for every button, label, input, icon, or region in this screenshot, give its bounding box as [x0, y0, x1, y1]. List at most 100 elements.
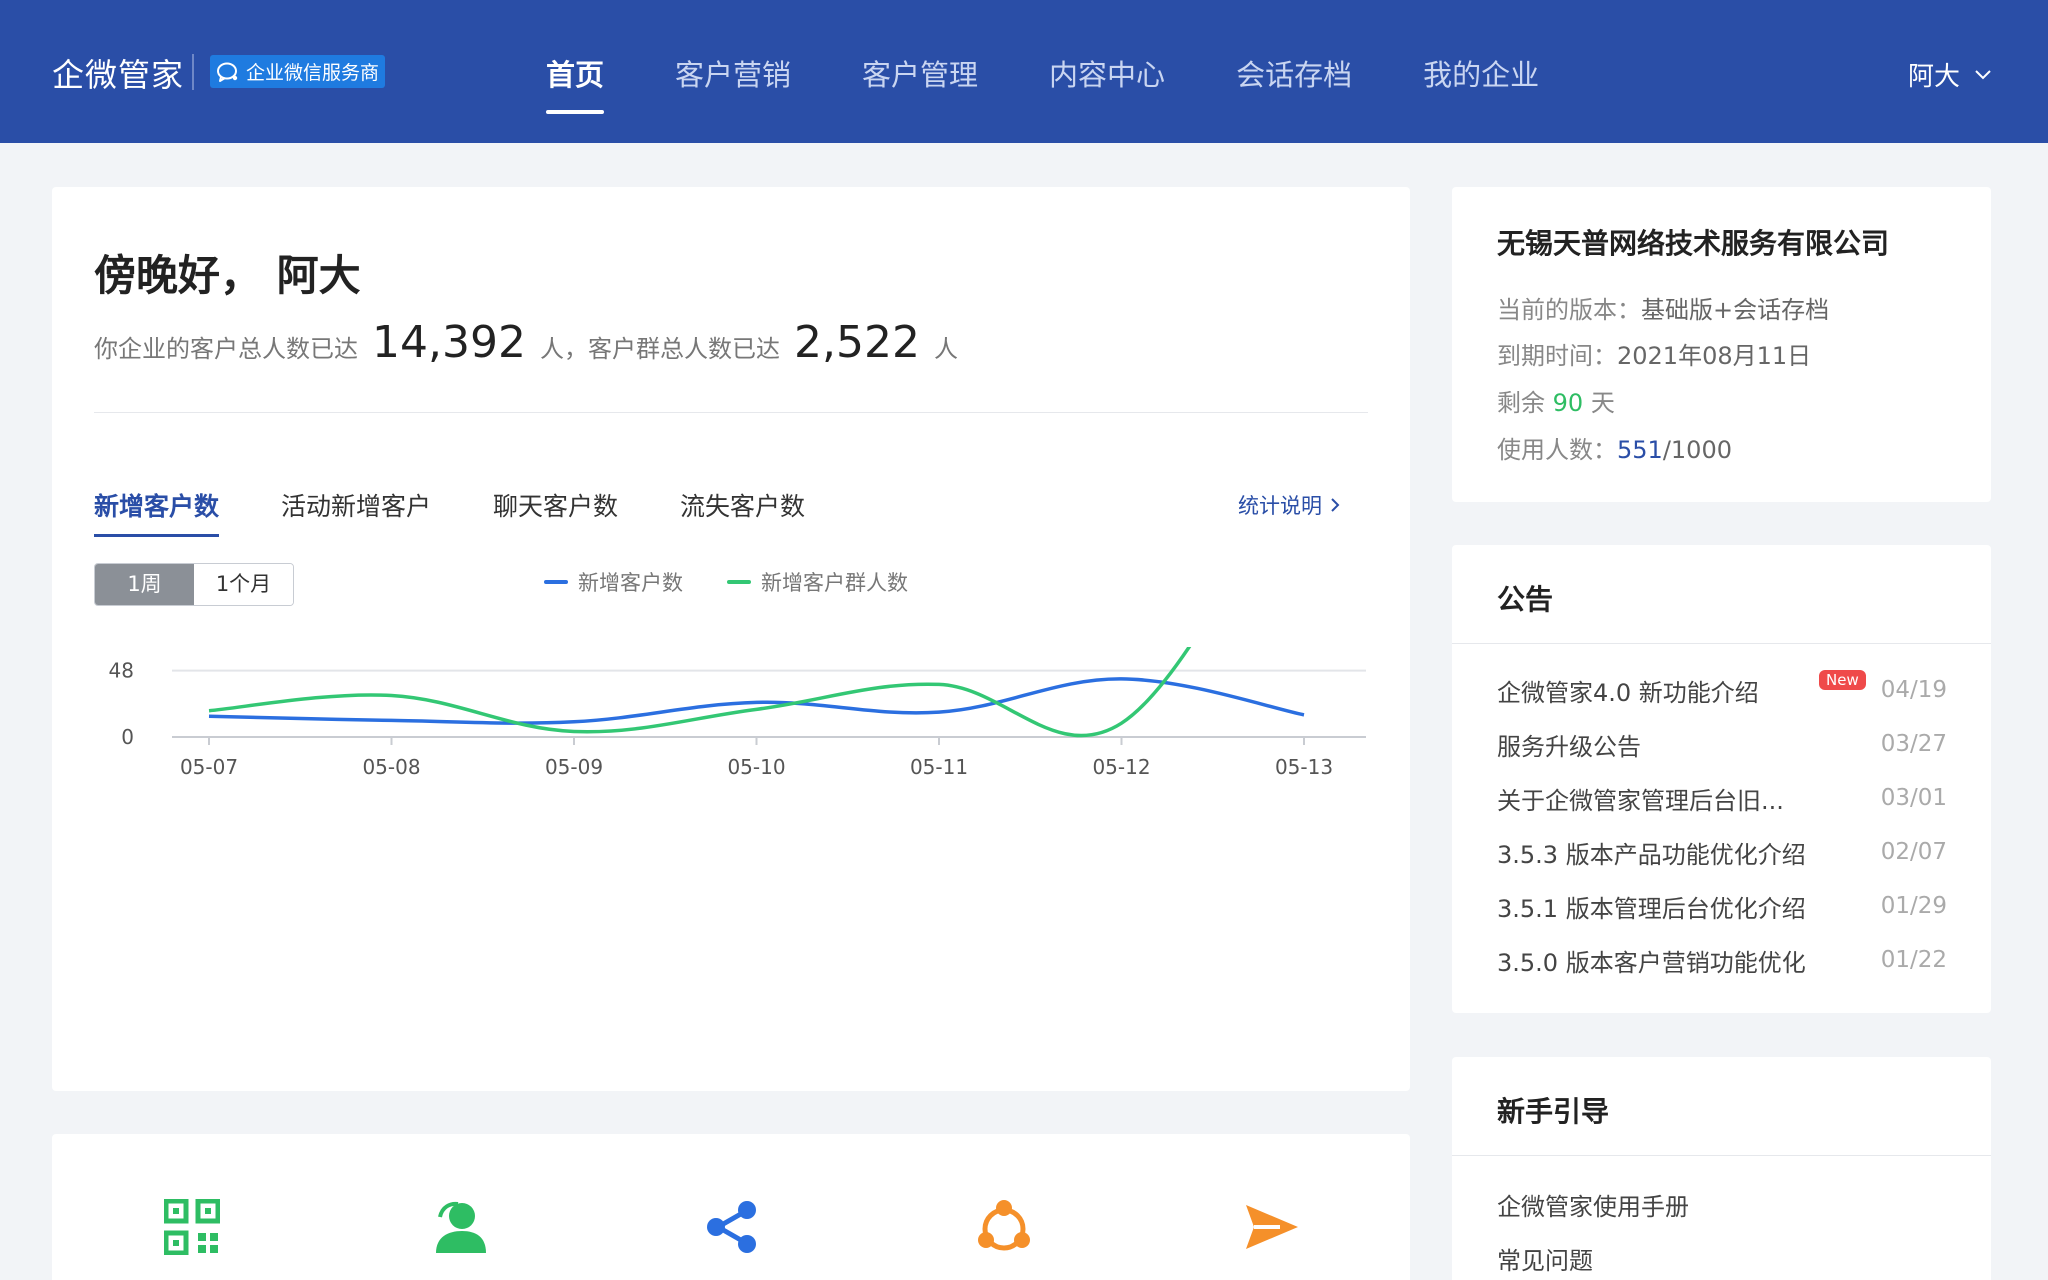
announcement-title: 公告 [1497, 583, 1554, 616]
legend-label: 新增客户数 [578, 571, 683, 595]
x-tick-label: 05-09 [545, 755, 603, 779]
x-tick-label: 05-13 [1275, 755, 1333, 779]
users-label: 使用人数： [1497, 436, 1617, 464]
users-row: 使用人数：551/1000 [1497, 430, 1732, 465]
announcement-item[interactable]: 3.5.1 版本管理后台优化介绍 01/29 [1497, 886, 1947, 926]
version-row: 当前的版本：基础版+会话存档 [1497, 290, 1829, 325]
announcement-item-title: 服务升级公告 [1497, 732, 1641, 761]
company-info-card: 无锡天普网络技术服务有限公司 当前的版本：基础版+会话存档 到期时间：2021年… [1452, 187, 1991, 502]
tab-lost-customers[interactable]: 流失客户数 [680, 487, 805, 523]
group-members-value: 2,522 [793, 317, 920, 368]
announcement-item-title: 关于企微管家管理后台旧... [1497, 786, 1784, 815]
divider [1452, 643, 1991, 644]
nav-item-chat-archive[interactable]: 会话存档 [1236, 52, 1352, 94]
announcement-item[interactable]: 3.5.3 版本产品功能优化介绍 02/07 [1497, 832, 1947, 872]
nav-item-customers[interactable]: 客户管理 [862, 52, 978, 94]
app-logo[interactable]: 企微管家 [52, 50, 184, 96]
announcement-item-title: 3.5.3 版本产品功能优化介绍 [1497, 840, 1806, 869]
logo-divider [192, 54, 194, 90]
announcement-item[interactable]: 服务升级公告 03/27 [1497, 724, 1947, 764]
expire-value: 2021年08月11日 [1617, 342, 1812, 370]
tab-new-customers[interactable]: 新增客户数 [94, 487, 220, 537]
expire-label: 到期时间： [1497, 342, 1617, 370]
announcement-item-date: 01/22 [1880, 947, 1947, 973]
send-icon[interactable] [1244, 1199, 1300, 1255]
announcement-item[interactable]: 3.5.0 版本客户营销功能优化 01/22 [1497, 940, 1947, 980]
nav-item-my-company[interactable]: 我的企业 [1423, 52, 1539, 94]
greeting-heading: 傍晚好， 阿大 [94, 251, 361, 300]
legend-item-new-customers[interactable]: 新增客户数 [544, 567, 683, 597]
remaining-days-value: 90 [1552, 389, 1584, 417]
series-line-new-group-members [208, 647, 1192, 738]
summary-prefix: 你企业的客户总人数已达 [94, 335, 358, 363]
remaining-row: 剩余 90 天 [1497, 383, 1615, 418]
announcement-item-date: 01/29 [1880, 893, 1947, 919]
partner-badge: 企业微信服务商 [210, 55, 386, 88]
company-name: 无锡天普网络技术服务有限公司 [1497, 227, 1890, 260]
time-range-toggle: 1周 1个月 [94, 563, 294, 606]
share-icon[interactable] [704, 1199, 760, 1255]
metric-tabs: 新增客户数 活动新增客户 聊天客户数 流失客户数 [94, 487, 867, 537]
x-tick-label: 05-10 [727, 755, 785, 779]
range-1-week-button[interactable]: 1周 [95, 564, 194, 605]
legend-swatch-blue [544, 580, 568, 584]
network-icon[interactable] [976, 1199, 1032, 1255]
x-tick-label: 05-12 [1092, 755, 1150, 779]
announcement-item-title: 企微管家4.0 新功能介绍 [1497, 678, 1759, 707]
announcement-item[interactable]: 关于企微管家管理后台旧... 03/01 [1497, 778, 1947, 818]
announcement-item-title: 3.5.0 版本客户营销功能优化 [1497, 948, 1806, 977]
remaining-label: 剩余 [1497, 389, 1545, 417]
legend-swatch-green [727, 580, 751, 584]
nav-item-marketing[interactable]: 客户营销 [675, 52, 791, 94]
divider [1452, 1155, 1991, 1156]
quick-entry-card [52, 1134, 1410, 1280]
version-value: 基础版+会话存档 [1641, 296, 1830, 324]
main-nav: 首页 客户营销 客户管理 内容中心 会话存档 我的企业 [546, 52, 1610, 114]
chevron-down-icon [1975, 69, 1991, 79]
x-tick-label: 05-07 [180, 755, 238, 779]
announcement-item-title: 3.5.1 版本管理后台优化介绍 [1497, 894, 1806, 923]
summary-unit: 人 [933, 335, 958, 363]
range-1-month-button[interactable]: 1个月 [194, 564, 293, 605]
announcement-item-date: 03/01 [1880, 785, 1947, 811]
tab-activity-new-customers[interactable]: 活动新增客户 [281, 487, 431, 523]
qrcode-icon[interactable] [164, 1199, 220, 1255]
announcement-item-date: 02/07 [1880, 839, 1947, 865]
series-line-new-customers [208, 677, 1305, 725]
guide-title: 新手引导 [1497, 1095, 1610, 1128]
nav-item-home[interactable]: 首页 [546, 52, 605, 114]
version-label: 当前的版本： [1497, 296, 1641, 324]
divider [94, 412, 1368, 413]
partner-badge-label: 企业微信服务商 [246, 62, 380, 84]
x-tick-label: 05-11 [910, 755, 968, 779]
legend-item-new-group-members[interactable]: 新增客户群人数 [727, 567, 908, 597]
beginner-guide-card: 新手引导 企微管家使用手册 常见问题 [1452, 1057, 1991, 1280]
y-tick-label: 48 [109, 659, 134, 683]
remaining-unit: 天 [1590, 389, 1615, 417]
tab-chat-customers[interactable]: 聊天客户数 [493, 487, 618, 523]
statistics-card: 傍晚好， 阿大 你企业的客户总人数已达 14,392 人，客户群总人数已达 2,… [52, 187, 1410, 1091]
nav-item-content[interactable]: 内容中心 [1049, 52, 1165, 94]
chevron-right-icon [1331, 498, 1340, 512]
summary-middle: 人，客户群总人数已达 [539, 335, 780, 363]
announcement-item-date: 04/19 [1880, 677, 1947, 703]
guide-item-faq[interactable]: 常见问题 [1497, 1241, 1593, 1276]
statistics-help-link[interactable]: 统计说明 [1238, 490, 1340, 520]
users-total-value: /1000 [1662, 436, 1732, 464]
x-tick-label: 05-08 [362, 755, 420, 779]
new-badge: New [1819, 670, 1866, 690]
customer-summary: 你企业的客户总人数已达 14,392 人，客户群总人数已达 2,522 人 [94, 317, 958, 368]
user-icon[interactable] [432, 1199, 488, 1255]
top-navigation-bar: 企微管家 企业微信服务商 首页 客户营销 客户管理 内容中心 会话存档 我的企业… [0, 0, 2048, 143]
users-used-value: 551 [1617, 436, 1663, 464]
user-menu[interactable]: 阿大 [1908, 56, 1992, 93]
announcement-item[interactable]: 企微管家4.0 新功能介绍 New 04/19 [1497, 670, 1947, 710]
guide-item-manual[interactable]: 企微管家使用手册 [1497, 1187, 1689, 1222]
total-customers-value: 14,392 [372, 317, 526, 368]
wecom-icon [214, 57, 242, 86]
y-tick-label: 0 [121, 725, 134, 749]
announcement-item-date: 03/27 [1880, 731, 1947, 757]
statistics-help-label: 统计说明 [1238, 494, 1322, 518]
legend-label: 新增客户群人数 [761, 571, 908, 595]
expire-row: 到期时间：2021年08月11日 [1497, 336, 1811, 371]
